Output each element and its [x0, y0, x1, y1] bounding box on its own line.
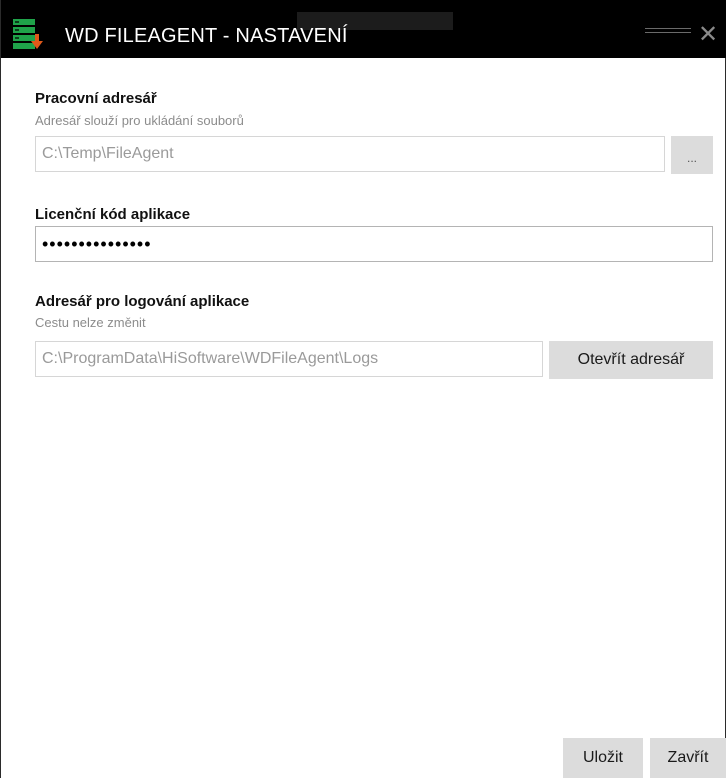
window-title: WD FILEAGENT - NASTAVENÍ [65, 25, 348, 47]
save-button[interactable]: Uložit [563, 738, 643, 778]
settings-window: WD FILEAGENT - NASTAVENÍ ✕ Pracovní adre… [0, 0, 726, 778]
close-icon[interactable]: ✕ [695, 22, 721, 48]
browse-button[interactable]: ... [671, 136, 713, 174]
log-dir-field[interactable]: C:\ProgramData\HiSoftware\WDFileAgent\Lo… [35, 341, 543, 377]
drag-grip-icon [645, 28, 691, 33]
log-dir-hint: Cestu nelze změnit [35, 315, 146, 330]
working-dir-label: Pracovní adresář [35, 90, 157, 107]
close-button[interactable]: Zavřít [650, 738, 726, 778]
working-dir-hint: Adresář slouží pro ukládání souborů [35, 113, 244, 128]
license-label: Licenční kód aplikace [35, 206, 191, 223]
license-code-field[interactable]: ••••••••••••••• [35, 226, 713, 262]
log-dir-label: Adresář pro logování aplikace [35, 293, 250, 310]
working-dir-field[interactable]: C:\Temp\FileAgent [35, 136, 665, 172]
title-bar[interactable]: WD FILEAGENT - NASTAVENÍ ✕ [1, 0, 726, 58]
server-download-icon [13, 19, 43, 49]
open-directory-button[interactable]: Otevřít adresář [549, 341, 713, 379]
